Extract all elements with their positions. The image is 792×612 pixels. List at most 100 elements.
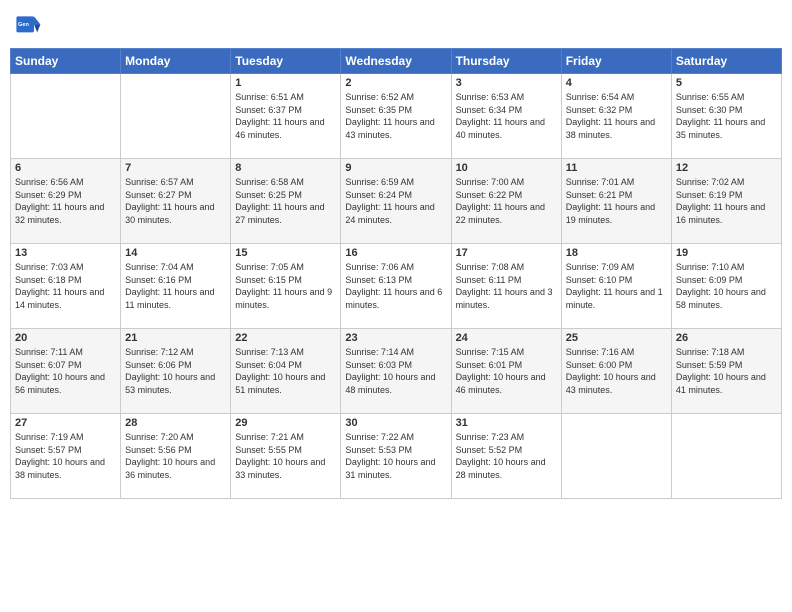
day-detail: Sunrise: 6:59 AM Sunset: 6:24 PM Dayligh… — [345, 176, 446, 226]
col-header-monday: Monday — [121, 49, 231, 74]
day-number: 7 — [125, 162, 226, 174]
day-number: 28 — [125, 417, 226, 429]
day-number: 14 — [125, 247, 226, 259]
calendar-cell: 1Sunrise: 6:51 AM Sunset: 6:37 PM Daylig… — [231, 74, 341, 159]
day-detail: Sunrise: 7:21 AM Sunset: 5:55 PM Dayligh… — [235, 431, 336, 481]
header: Gen — [10, 10, 782, 42]
calendar-cell: 30Sunrise: 7:22 AM Sunset: 5:53 PM Dayli… — [341, 414, 451, 499]
calendar-week-row: 1Sunrise: 6:51 AM Sunset: 6:37 PM Daylig… — [11, 74, 782, 159]
day-detail: Sunrise: 6:58 AM Sunset: 6:25 PM Dayligh… — [235, 176, 336, 226]
calendar-week-row: 6 Sunrise: 6:56 AM Sunset: 6:29 PM Daylig… — [11, 159, 782, 244]
day-detail: Sunrise: 7:14 AM Sunset: 6:03 PM Dayligh… — [345, 346, 446, 396]
calendar-cell: 6 Sunrise: 6:56 AM Sunset: 6:29 PM Daylig… — [11, 159, 121, 244]
page: Gen SundayMondayTuesdayWednesdayThursday… — [0, 0, 792, 612]
calendar-cell: 11Sunrise: 7:01 AM Sunset: 6:21 PM Dayli… — [561, 159, 671, 244]
day-number: 19 — [676, 247, 777, 259]
day-detail: Sunrise: 7:18 AM Sunset: 5:59 PM Dayligh… — [676, 346, 777, 396]
day-number: 2 — [345, 77, 446, 89]
calendar-cell: 9 Sunrise: 6:59 AM Sunset: 6:24 PM Daylig… — [341, 159, 451, 244]
col-header-thursday: Thursday — [451, 49, 561, 74]
calendar-cell: 28 Sunrise: 7:20 AM Sunset: 5:56 PM Dayli… — [121, 414, 231, 499]
calendar-cell — [121, 74, 231, 159]
calendar-cell: 20 Sunrise: 7:11 AM Sunset: 6:07 PM Dayli… — [11, 329, 121, 414]
day-number: 5 — [676, 77, 777, 89]
calendar-cell: 8 Sunrise: 6:58 AM Sunset: 6:25 PM Daylig… — [231, 159, 341, 244]
day-detail: Sunrise: 7:09 AM Sunset: 6:10 PM Dayligh… — [566, 261, 667, 311]
calendar-cell: 21 Sunrise: 7:12 AM Sunset: 6:06 PM Dayli… — [121, 329, 231, 414]
calendar-cell: 7 Sunrise: 6:57 AM Sunset: 6:27 PM Daylig… — [121, 159, 231, 244]
svg-text:Gen: Gen — [18, 22, 29, 28]
calendar-cell: 24Sunrise: 7:15 AM Sunset: 6:01 PM Dayli… — [451, 329, 561, 414]
calendar-cell — [671, 414, 781, 499]
day-number: 31 — [456, 417, 557, 429]
day-number: 10 — [456, 162, 557, 174]
day-detail: Sunrise: 7:12 AM Sunset: 6:06 PM Dayligh… — [125, 346, 226, 396]
day-number: 17 — [456, 247, 557, 259]
day-number: 8 — [235, 162, 336, 174]
day-detail: Sunrise: 7:00 AM Sunset: 6:22 PM Dayligh… — [456, 176, 557, 226]
day-number: 3 — [456, 77, 557, 89]
day-detail: Sunrise: 6:54 AM Sunset: 6:32 PM Dayligh… — [566, 91, 667, 141]
day-detail: Sunrise: 7:10 AM Sunset: 6:09 PM Dayligh… — [676, 261, 777, 311]
day-detail: Sunrise: 6:53 AM Sunset: 6:34 PM Dayligh… — [456, 91, 557, 141]
calendar-cell: 13Sunrise: 7:03 AM Sunset: 6:18 PM Dayli… — [11, 244, 121, 329]
day-number: 24 — [456, 332, 557, 344]
day-detail: Sunrise: 6:57 AM Sunset: 6:27 PM Dayligh… — [125, 176, 226, 226]
day-detail: Sunrise: 7:06 AM Sunset: 6:13 PM Dayligh… — [345, 261, 446, 311]
day-detail: Sunrise: 6:52 AM Sunset: 6:35 PM Dayligh… — [345, 91, 446, 141]
day-number: 21 — [125, 332, 226, 344]
calendar-cell: 16 Sunrise: 7:06 AM Sunset: 6:13 PM Dayli… — [341, 244, 451, 329]
calendar-cell: 22 Sunrise: 7:13 AM Sunset: 6:04 PM Dayli… — [231, 329, 341, 414]
day-detail: Sunrise: 7:13 AM Sunset: 6:04 PM Dayligh… — [235, 346, 336, 396]
calendar-cell: 19 Sunrise: 7:10 AM Sunset: 6:09 PM Dayli… — [671, 244, 781, 329]
day-number: 12 — [676, 162, 777, 174]
day-detail: Sunrise: 7:16 AM Sunset: 6:00 PM Dayligh… — [566, 346, 667, 396]
calendar-cell: 4Sunrise: 6:54 AM Sunset: 6:32 PM Daylig… — [561, 74, 671, 159]
calendar-cell: 10 Sunrise: 7:00 AM Sunset: 6:22 PM Dayli… — [451, 159, 561, 244]
calendar-header-row: SundayMondayTuesdayWednesdayThursdayFrid… — [11, 49, 782, 74]
day-detail: Sunrise: 7:05 AM Sunset: 6:15 PM Dayligh… — [235, 261, 336, 311]
calendar-cell: 23 Sunrise: 7:14 AM Sunset: 6:03 PM Dayli… — [341, 329, 451, 414]
day-detail: Sunrise: 7:11 AM Sunset: 6:07 PM Dayligh… — [15, 346, 116, 396]
logo: Gen — [10, 10, 46, 42]
calendar-cell: 25Sunrise: 7:16 AM Sunset: 6:00 PM Dayli… — [561, 329, 671, 414]
day-detail: Sunrise: 7:03 AM Sunset: 6:18 PM Dayligh… — [15, 261, 116, 311]
day-number: 15 — [235, 247, 336, 259]
day-detail: Sunrise: 6:51 AM Sunset: 6:37 PM Dayligh… — [235, 91, 336, 141]
day-number: 26 — [676, 332, 777, 344]
col-header-tuesday: Tuesday — [231, 49, 341, 74]
day-number: 11 — [566, 162, 667, 174]
day-detail: Sunrise: 7:04 AM Sunset: 6:16 PM Dayligh… — [125, 261, 226, 311]
calendar-cell: 14 Sunrise: 7:04 AM Sunset: 6:16 PM Dayli… — [121, 244, 231, 329]
day-number: 9 — [345, 162, 446, 174]
day-number: 20 — [15, 332, 116, 344]
day-detail: Sunrise: 6:55 AM Sunset: 6:30 PM Dayligh… — [676, 91, 777, 141]
calendar-cell — [561, 414, 671, 499]
day-detail: Sunrise: 7:02 AM Sunset: 6:19 PM Dayligh… — [676, 176, 777, 226]
col-header-wednesday: Wednesday — [341, 49, 451, 74]
day-number: 6 — [15, 162, 116, 174]
day-number: 29 — [235, 417, 336, 429]
day-detail: Sunrise: 7:20 AM Sunset: 5:56 PM Dayligh… — [125, 431, 226, 481]
calendar-cell: 12 Sunrise: 7:02 AM Sunset: 6:19 PM Dayli… — [671, 159, 781, 244]
day-number: 30 — [345, 417, 446, 429]
calendar-cell: 5 Sunrise: 6:55 AM Sunset: 6:30 PM Daylig… — [671, 74, 781, 159]
day-number: 22 — [235, 332, 336, 344]
day-number: 18 — [566, 247, 667, 259]
day-detail: Sunrise: 7:08 AM Sunset: 6:11 PM Dayligh… — [456, 261, 557, 311]
calendar-week-row: 27Sunrise: 7:19 AM Sunset: 5:57 PM Dayli… — [11, 414, 782, 499]
day-number: 16 — [345, 247, 446, 259]
day-detail: Sunrise: 6:56 AM Sunset: 6:29 PM Dayligh… — [15, 176, 116, 226]
calendar-cell: 17 Sunrise: 7:08 AM Sunset: 6:11 PM Dayli… — [451, 244, 561, 329]
calendar-table: SundayMondayTuesdayWednesdayThursdayFrid… — [10, 48, 782, 499]
logo-icon: Gen — [10, 10, 42, 42]
col-header-saturday: Saturday — [671, 49, 781, 74]
calendar-cell: 2 Sunrise: 6:52 AM Sunset: 6:35 PM Daylig… — [341, 74, 451, 159]
col-header-sunday: Sunday — [11, 49, 121, 74]
day-number: 23 — [345, 332, 446, 344]
calendar-cell: 18 Sunrise: 7:09 AM Sunset: 6:10 PM Dayli… — [561, 244, 671, 329]
day-detail: Sunrise: 7:19 AM Sunset: 5:57 PM Dayligh… — [15, 431, 116, 481]
calendar-week-row: 13Sunrise: 7:03 AM Sunset: 6:18 PM Dayli… — [11, 244, 782, 329]
calendar-cell: 26 Sunrise: 7:18 AM Sunset: 5:59 PM Dayli… — [671, 329, 781, 414]
calendar-cell: 3 Sunrise: 6:53 AM Sunset: 6:34 PM Daylig… — [451, 74, 561, 159]
